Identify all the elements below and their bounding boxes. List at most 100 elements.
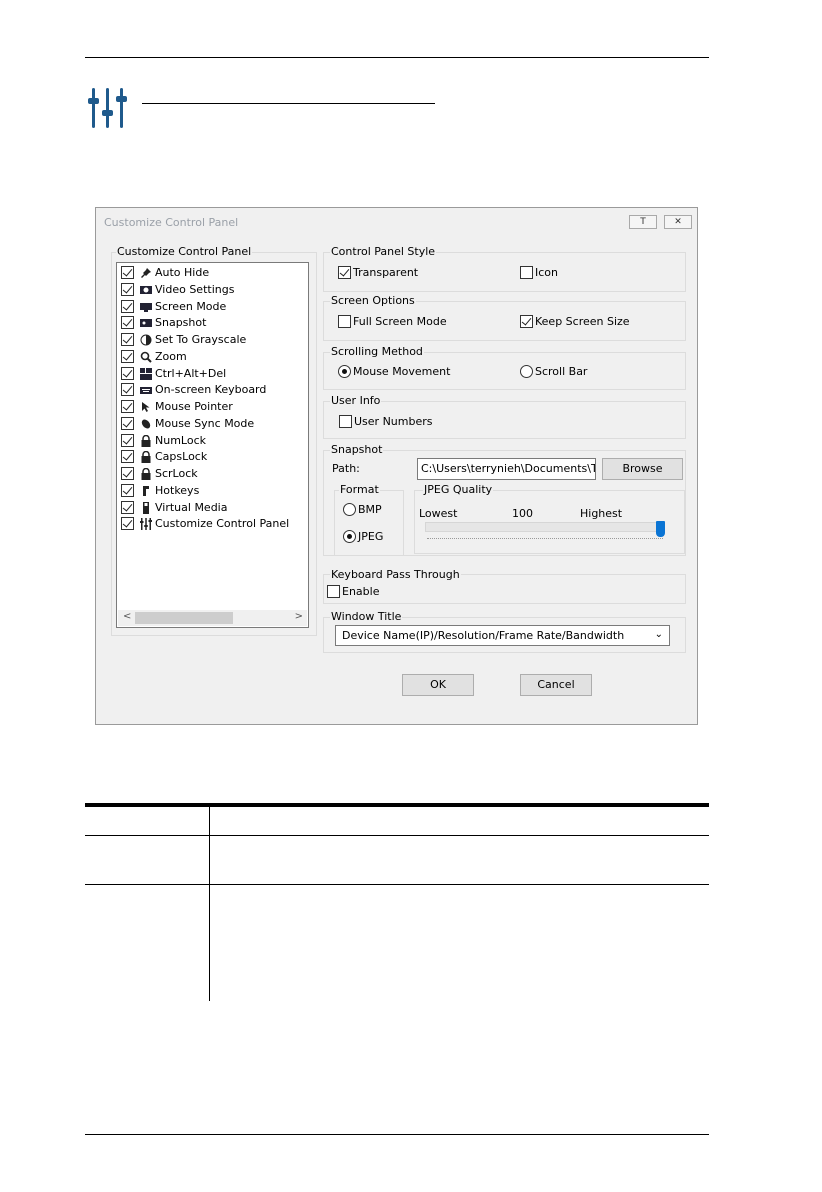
horizontal-scrollbar[interactable]: < > xyxy=(118,610,307,626)
table-column-divider xyxy=(209,807,210,1001)
scroll-bar-radio[interactable] xyxy=(520,365,533,378)
page-top-rule xyxy=(85,57,709,58)
list-item-checkbox[interactable] xyxy=(121,282,134,296)
list-item-checkbox[interactable] xyxy=(121,333,134,346)
list-item-checkbox[interactable] xyxy=(121,450,134,464)
list-item[interactable]: Hotkeys xyxy=(121,483,306,499)
table-row-rule xyxy=(85,884,709,885)
quality-highest-label: Highest xyxy=(580,507,623,520)
list-item-label: Zoom xyxy=(155,349,187,363)
user-numbers-checkbox[interactable] xyxy=(339,415,352,428)
lock-icon xyxy=(140,434,152,447)
left-group-label: Customize Control Panel xyxy=(116,245,253,258)
sliders-icon xyxy=(88,88,127,128)
list-item-label: Hotkeys xyxy=(155,483,200,497)
list-item[interactable]: Virtual Media xyxy=(121,500,306,516)
list-item[interactable]: NumLock xyxy=(121,433,306,449)
list-item[interactable]: Mouse Sync Mode xyxy=(121,416,306,432)
scroll-right-icon[interactable]: > xyxy=(295,611,303,622)
quality-slider-thumb[interactable] xyxy=(656,521,665,537)
list-item[interactable]: Customize Control Panel xyxy=(121,516,306,532)
window-title-select[interactable]: Device Name(IP)/Resolution/Frame Rate/Ba… xyxy=(335,625,670,646)
list-item[interactable]: Snapshot xyxy=(121,315,306,331)
enable-checkbox[interactable] xyxy=(327,585,340,598)
grayscale-icon xyxy=(140,334,152,346)
list-item-label: On-screen Keyboard xyxy=(155,383,267,397)
video-settings-icon xyxy=(140,284,152,296)
snapshot-path-input[interactable]: C:\Users\terrynieh\Documents\To Me xyxy=(417,458,596,480)
full-screen-checkbox[interactable] xyxy=(338,315,351,328)
mouse-sync-icon xyxy=(140,418,152,430)
quality-slider-ticks xyxy=(427,538,663,541)
list-item-label: Mouse Pointer xyxy=(155,400,233,413)
list-item-checkbox[interactable] xyxy=(121,383,134,397)
help-button[interactable]: T xyxy=(629,215,657,229)
list-item[interactable]: On-screen Keyboard xyxy=(121,382,306,398)
list-item[interactable]: Ctrl+Alt+Del xyxy=(121,366,306,382)
list-item-checkbox[interactable] xyxy=(121,316,134,330)
icon-checkbox[interactable] xyxy=(520,266,533,279)
scroll-left-icon[interactable]: < xyxy=(123,611,131,622)
format-group xyxy=(334,490,404,556)
browse-button[interactable]: Browse xyxy=(602,458,683,480)
close-button[interactable]: ✕ xyxy=(664,215,692,229)
quality-lowest-label: Lowest xyxy=(419,507,458,520)
window-title-value: Device Name(IP)/Resolution/Frame Rate/Ba… xyxy=(342,629,625,642)
ok-button[interactable]: OK xyxy=(402,674,474,696)
table-header-rule xyxy=(85,835,709,836)
list-item-checkbox[interactable] xyxy=(121,366,134,380)
list-item[interactable]: Screen Mode xyxy=(121,299,306,315)
snapshot-icon xyxy=(140,317,152,329)
mouse-pointer-icon xyxy=(140,401,152,413)
user-info-label: User Info xyxy=(330,394,382,407)
keep-screen-size-checkbox[interactable] xyxy=(520,315,533,328)
list-item-label: NumLock xyxy=(155,433,206,447)
mouse-movement-radio[interactable] xyxy=(338,365,351,378)
list-item-checkbox[interactable] xyxy=(121,299,134,313)
list-item-checkbox[interactable] xyxy=(121,517,134,531)
customize-control-panel-dialog: Customize Control Panel T ✕ Customize Co… xyxy=(95,207,698,725)
list-item-label: Customize Control Panel xyxy=(155,517,290,531)
list-item[interactable]: CapsLock xyxy=(121,449,306,465)
list-item[interactable]: ScrLock xyxy=(121,466,306,482)
list-item[interactable]: Zoom xyxy=(121,349,306,365)
scrollbar-thumb[interactable] xyxy=(135,612,233,624)
control-panel-items-list[interactable]: < > Auto Hide Video Settings Screen Mode Sn… xyxy=(116,262,309,628)
list-item[interactable]: Auto Hide xyxy=(121,265,306,281)
title-bar: Customize Control Panel T ✕ xyxy=(96,208,697,236)
quality-slider-track[interactable] xyxy=(425,522,665,532)
list-item[interactable]: Video Settings xyxy=(121,282,306,298)
ctrl-alt-del-icon xyxy=(140,367,152,380)
list-item-label: Auto Hide xyxy=(155,266,210,279)
list-item[interactable]: Set To Grayscale xyxy=(121,332,306,348)
list-item-checkbox[interactable] xyxy=(121,266,134,279)
list-item-checkbox[interactable] xyxy=(121,467,134,480)
list-item[interactable]: Mouse Pointer xyxy=(121,399,306,415)
list-item-checkbox[interactable] xyxy=(121,400,134,413)
page-bottom-rule xyxy=(85,1134,709,1135)
window-title-label: Window Title xyxy=(330,610,403,623)
path-label: Path: xyxy=(332,462,360,475)
scroll-bar-label: Scroll Bar xyxy=(535,365,588,378)
cancel-button[interactable]: Cancel xyxy=(520,674,592,696)
control-panel-style-label: Control Panel Style xyxy=(330,245,437,258)
zoom-icon xyxy=(140,351,152,363)
mouse-movement-label: Mouse Movement xyxy=(353,365,451,378)
bmp-label: BMP xyxy=(358,503,382,516)
list-item-checkbox[interactable] xyxy=(121,483,134,497)
chevron-down-icon[interactable]: ⌄ xyxy=(655,629,663,640)
keyboard-icon xyxy=(140,384,152,396)
list-item-checkbox[interactable] xyxy=(121,416,134,430)
hotkeys-icon xyxy=(140,485,152,497)
bmp-radio[interactable] xyxy=(343,503,356,516)
list-item-checkbox[interactable] xyxy=(121,433,134,447)
table-top-rule xyxy=(85,803,709,807)
transparent-checkbox[interactable] xyxy=(338,266,351,279)
jpeg-radio[interactable] xyxy=(343,530,356,543)
list-item-label: Video Settings xyxy=(155,282,235,296)
list-item-checkbox[interactable] xyxy=(121,349,134,363)
lock-icon xyxy=(140,467,152,480)
list-item-checkbox[interactable] xyxy=(121,500,134,514)
keep-screen-size-label: Keep Screen Size xyxy=(535,315,630,328)
scrolling-method-label: Scrolling Method xyxy=(330,345,424,358)
